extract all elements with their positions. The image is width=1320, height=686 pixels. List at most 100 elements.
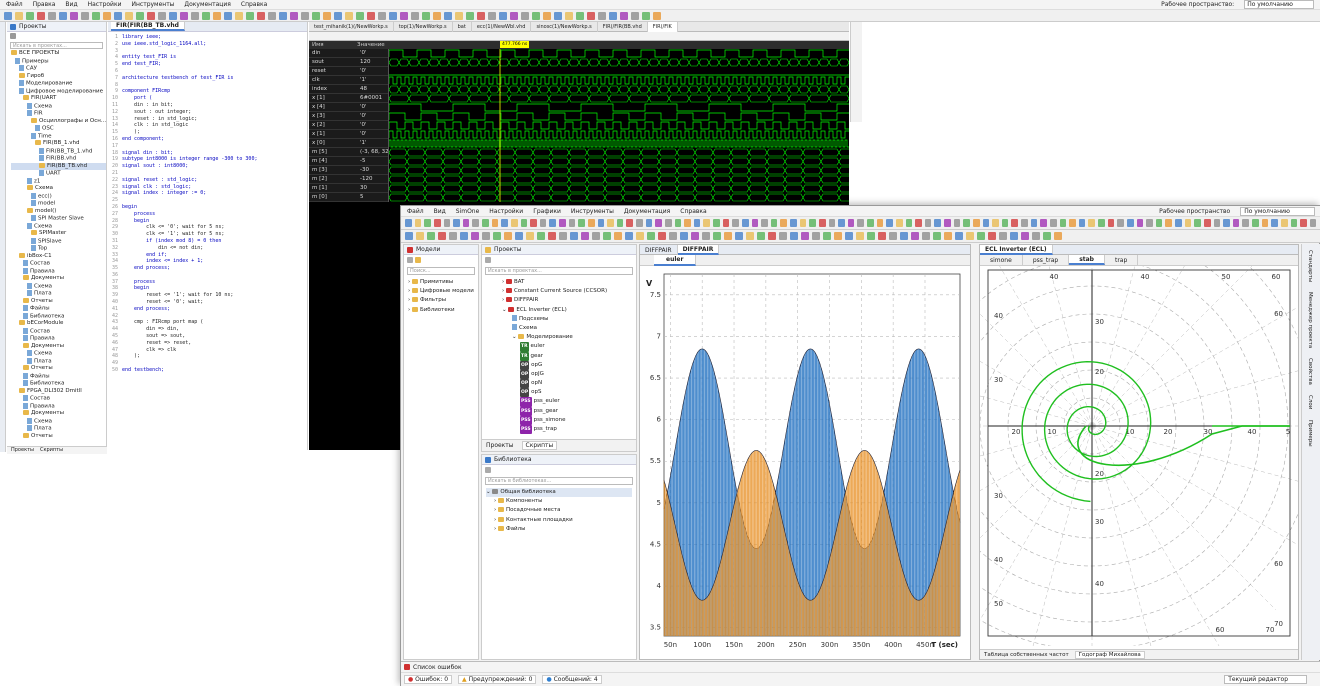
- toolbar-button-icon[interactable]: [1043, 232, 1051, 240]
- folder-icon[interactable]: [414, 257, 421, 263]
- signal-name[interactable]: sout: [309, 58, 357, 67]
- signal-name[interactable]: x [0]: [309, 139, 357, 148]
- toolbar-button-icon[interactable]: [268, 11, 276, 20]
- models-item[interactable]: › Цифровые модели: [408, 287, 474, 296]
- fworkspace-select[interactable]: По умолчанию: [1240, 206, 1315, 216]
- signal-name[interactable]: x [3]: [309, 112, 357, 121]
- tree-item[interactable]: model(): [11, 207, 106, 216]
- toolbar-button-icon[interactable]: [92, 11, 100, 20]
- project-tree-item[interactable]: ⌄ Моделирование: [502, 333, 636, 342]
- library-item[interactable]: › Контактные площадки: [486, 516, 632, 525]
- toolbar-button-icon[interactable]: [790, 219, 797, 227]
- tree-item[interactable]: Файлы: [11, 372, 106, 381]
- tree-item[interactable]: FIR(BB_TB.vhd: [11, 162, 106, 170]
- tree-item[interactable]: SPIMaster: [11, 230, 106, 238]
- toolbar-button-icon[interactable]: [1290, 219, 1298, 227]
- toolbar-button-icon[interactable]: [1280, 219, 1288, 227]
- toolbar-button-icon[interactable]: [455, 11, 463, 20]
- project-tree-item[interactable]: PSS pss_trap: [502, 425, 636, 435]
- toolbar-button-icon[interactable]: [972, 219, 980, 227]
- toolbar-button-icon[interactable]: [684, 219, 691, 227]
- toolbar-button-icon[interactable]: [414, 219, 422, 227]
- tree-item[interactable]: Отчеты: [11, 297, 106, 306]
- tree-item[interactable]: Схема: [11, 185, 106, 193]
- code-line[interactable]: 23 signal clk : std_logic;: [108, 184, 307, 191]
- toolbar-button-icon[interactable]: [626, 219, 633, 227]
- toolbar-button-icon[interactable]: [1054, 232, 1062, 240]
- toolbar-button-icon[interactable]: [1126, 219, 1134, 227]
- toolbar-button-icon[interactable]: [453, 219, 460, 227]
- fmenu-help[interactable]: Справка: [680, 208, 706, 215]
- toolbar-button-icon[interactable]: [988, 232, 996, 240]
- tree-item[interactable]: Схема: [11, 350, 106, 358]
- toolbar-button-icon[interactable]: [526, 232, 534, 240]
- code-line[interactable]: 21: [108, 170, 307, 177]
- wave-tab[interactable]: sinosc(1)/NewWorkp.s: [531, 22, 598, 32]
- toolbar-button-icon[interactable]: [818, 219, 826, 227]
- signal-name[interactable]: clk: [309, 76, 357, 85]
- code-line[interactable]: 12 sout : out integer;: [108, 109, 307, 116]
- code-line[interactable]: 28 begin: [108, 218, 307, 225]
- refresh-icon[interactable]: [407, 257, 413, 263]
- tree-item[interactable]: Цифровое моделирование: [11, 87, 106, 96]
- menu-tools[interactable]: Инструменты: [131, 1, 174, 8]
- toolbar-button-icon[interactable]: [1088, 219, 1095, 227]
- toolbar-button-icon[interactable]: [449, 232, 457, 240]
- toolbar-button-icon[interactable]: [301, 11, 309, 20]
- code-line[interactable]: 49: [108, 360, 307, 367]
- toolbar-button-icon[interactable]: [235, 11, 243, 20]
- tree-item[interactable]: UART: [11, 170, 106, 178]
- toolbar-button-icon[interactable]: [378, 11, 386, 20]
- code-line[interactable]: 10 port (: [108, 95, 307, 102]
- toolbar-button-icon[interactable]: [1184, 219, 1192, 227]
- toolbar-button-icon[interactable]: [1146, 219, 1153, 227]
- toolbar-button-icon[interactable]: [548, 232, 556, 240]
- library-item[interactable]: › Файлы: [486, 525, 632, 534]
- toolbar-button-icon[interactable]: [1078, 219, 1086, 227]
- toolbar-button-icon[interactable]: [1069, 219, 1076, 227]
- toolbar-button-icon[interactable]: [801, 232, 809, 240]
- toolbar-button-icon[interactable]: [924, 219, 932, 227]
- toolbar-button-icon[interactable]: [1242, 219, 1249, 227]
- code-line[interactable]: 25: [108, 197, 307, 204]
- code-line[interactable]: 22 signal reset : std_logic;: [108, 177, 307, 184]
- tree-item[interactable]: bECorModule: [11, 320, 106, 328]
- signal-name[interactable]: m [3]: [309, 166, 357, 175]
- toolbar-button-icon[interactable]: [607, 219, 614, 227]
- toolbar-button-icon[interactable]: [158, 11, 166, 20]
- toolbar-button-icon[interactable]: [510, 219, 518, 227]
- fmenu-docs[interactable]: Документация: [624, 208, 670, 215]
- tree-item[interactable]: Плата: [11, 357, 106, 366]
- editor-tab[interactable]: FIR(FIR(BB_TB.vhd: [111, 22, 185, 31]
- toolbar-button-icon[interactable]: [713, 219, 720, 227]
- toolbar-button-icon[interactable]: [724, 232, 732, 240]
- tab-mikhailov[interactable]: Годограф Михайлова: [1074, 650, 1145, 659]
- toolbar-button-icon[interactable]: [1021, 219, 1028, 227]
- refresh-icon[interactable]: [485, 257, 491, 263]
- toolbar-button-icon[interactable]: [501, 219, 508, 227]
- toolbar-button-icon[interactable]: [462, 219, 470, 227]
- toolbar-button-icon[interactable]: [59, 11, 67, 20]
- models-item[interactable]: › Фильтры: [408, 296, 474, 305]
- code-line[interactable]: 2 use ieee.std_logic_1164.all;: [108, 41, 307, 48]
- toolbar-button-icon[interactable]: [424, 219, 431, 227]
- toolbar-button-icon[interactable]: [15, 11, 23, 20]
- toolbar-button-icon[interactable]: [504, 232, 512, 240]
- toolbar-button-icon[interactable]: [703, 219, 710, 227]
- menu-edit[interactable]: Правка: [33, 1, 56, 8]
- code-line[interactable]: 40 reset <= '0'; wait;: [108, 299, 307, 306]
- tree-item[interactable]: Моделирование: [11, 80, 106, 88]
- toolbar-button-icon[interactable]: [770, 219, 778, 227]
- toolbar-button-icon[interactable]: [433, 11, 441, 20]
- tree-item[interactable]: FIR: [11, 110, 106, 118]
- toolbar-button-icon[interactable]: [867, 219, 874, 227]
- code-line[interactable]: 4 entity test_FIR is: [108, 54, 307, 61]
- code-view[interactable]: 1 library ieee; 2 use ieee.std_logic_1164.a…: [108, 32, 307, 374]
- toolbar-button-icon[interactable]: [1271, 219, 1278, 227]
- toolbar-button-icon[interactable]: [578, 219, 585, 227]
- toolbar-button-icon[interactable]: [169, 11, 177, 20]
- wave-tab[interactable]: bat: [453, 22, 472, 32]
- code-line[interactable]: 42: [108, 313, 307, 320]
- sidebar-layers[interactable]: Слои: [1307, 395, 1313, 409]
- toolbar-button-icon[interactable]: [532, 11, 540, 20]
